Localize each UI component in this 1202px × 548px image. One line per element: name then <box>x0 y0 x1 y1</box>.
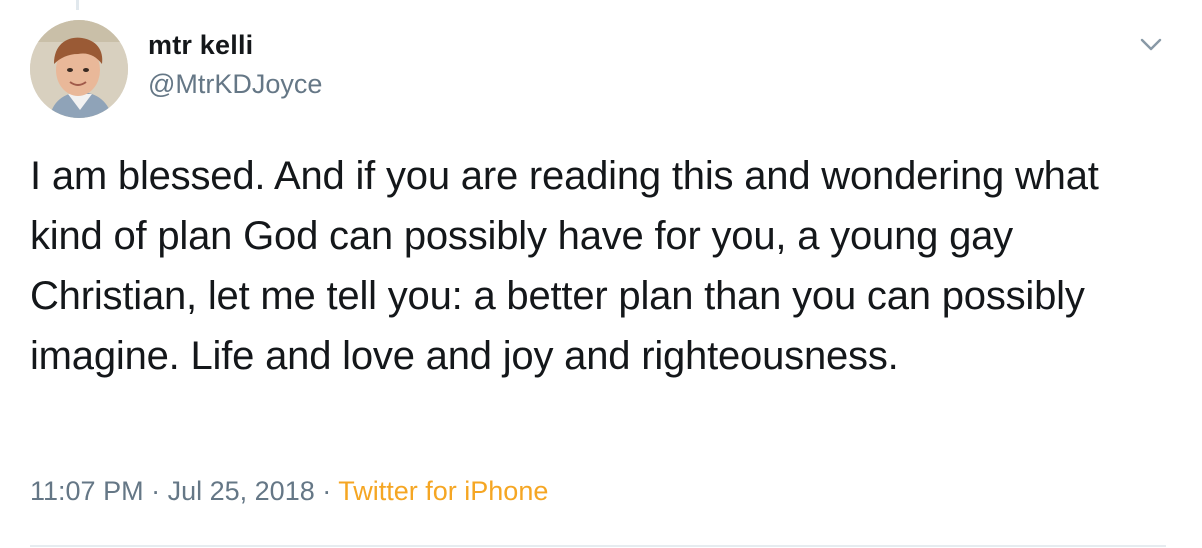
thread-connector-line <box>76 0 79 10</box>
tweet-date[interactable]: Jul 25, 2018 <box>168 476 315 506</box>
chevron-down-icon <box>1140 38 1162 51</box>
tweet-source-link[interactable]: Twitter for iPhone <box>338 476 548 506</box>
meta-separator: · <box>151 476 161 506</box>
tweet-metadata: 11:07 PM · Jul 25, 2018 · Twitter for iP… <box>30 476 548 507</box>
author-handle[interactable]: @MtrKDJoyce <box>148 69 322 100</box>
author-display-name[interactable]: mtr kelli <box>148 30 253 61</box>
tweet-text: I am blessed. And if you are reading thi… <box>30 154 1099 378</box>
avatar-image <box>30 20 128 118</box>
meta-separator: · <box>322 476 332 506</box>
divider <box>30 545 1166 547</box>
tweet-time[interactable]: 11:07 PM <box>30 476 144 506</box>
avatar[interactable] <box>30 20 128 118</box>
tweet-menu-button[interactable] <box>1136 30 1166 60</box>
